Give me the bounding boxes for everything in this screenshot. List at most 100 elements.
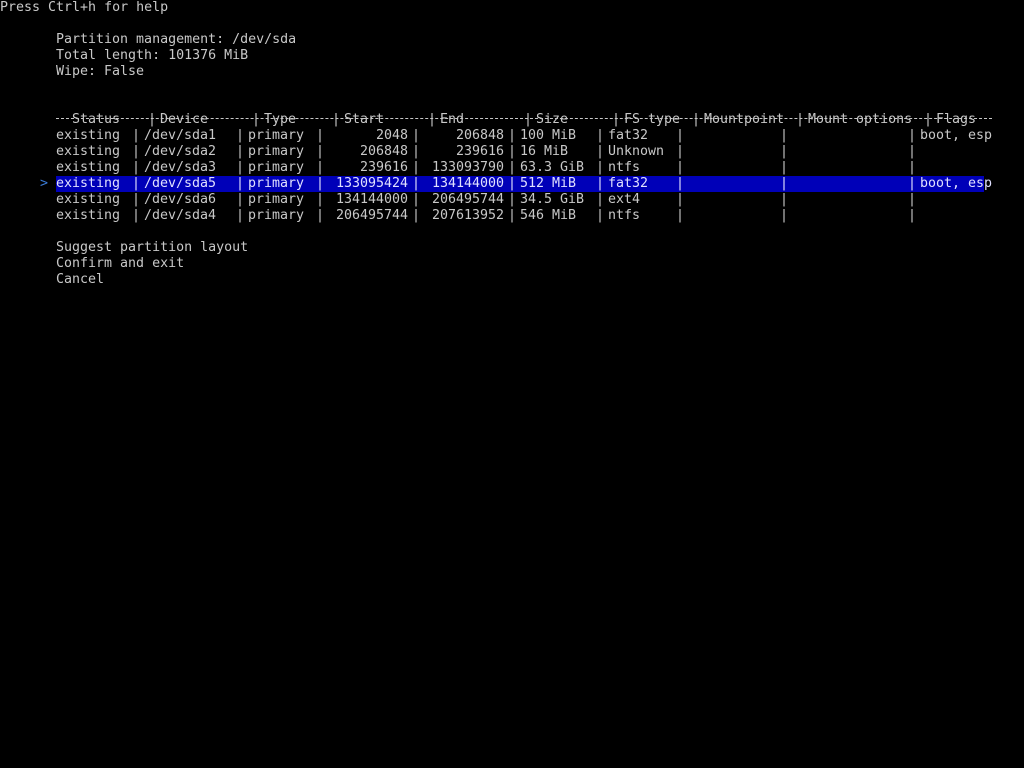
column-separator: | <box>507 176 516 191</box>
column-separator: | <box>315 208 324 223</box>
wipe-status: Wipe: False <box>56 64 145 79</box>
cell-size: 512 MiB <box>520 176 577 191</box>
cell-size: 546 MiB <box>520 208 577 223</box>
cell-start: 206495744 <box>335 208 408 223</box>
column-separator: | <box>675 144 684 159</box>
cell-device: /dev/sda4 <box>144 208 217 223</box>
cell-type: primary <box>248 192 305 207</box>
cell-end: 239616 <box>455 144 504 159</box>
column-separator: | <box>235 192 244 207</box>
column-separator: | <box>907 192 916 207</box>
cell-device: /dev/sda3 <box>144 160 217 175</box>
cell-status: existing <box>56 128 121 143</box>
header-start: Start <box>344 112 385 127</box>
cell-start: 2048 <box>375 128 408 143</box>
column-separator: | <box>131 144 140 159</box>
cell-end: 207613952 <box>431 208 504 223</box>
cell-flags: boot, esp <box>920 128 993 143</box>
column-separator: | <box>779 192 788 207</box>
column-separator: | <box>235 128 244 143</box>
column-separator: | <box>131 160 140 175</box>
column-separator: | <box>595 160 604 175</box>
column-separator: | <box>148 112 157 127</box>
column-separator: | <box>411 144 420 159</box>
column-separator: | <box>428 112 437 127</box>
column-separator: | <box>507 128 516 143</box>
cell-type: primary <box>248 208 305 223</box>
cell-end: 133093790 <box>431 160 504 175</box>
column-separator: | <box>779 208 788 223</box>
column-separator: | <box>595 144 604 159</box>
partition-row[interactable]: existing |/dev/sda4 | primary | 206495744 | 207… <box>56 208 984 224</box>
column-separator: | <box>131 128 140 143</box>
column-separator: | <box>507 160 516 175</box>
header-type: Type <box>264 112 297 127</box>
cell-fs-type: fat32 <box>608 128 649 143</box>
column-separator: | <box>779 144 788 159</box>
cell-device: /dev/sda2 <box>144 144 217 159</box>
cell-size: 100 MiB <box>520 128 577 143</box>
header-device: Device <box>160 112 209 127</box>
partition-row[interactable]: existing |/dev/sda3 | primary | 239616 | 133093… <box>56 160 984 176</box>
cell-status: existing <box>56 192 121 207</box>
cell-flags: boot, esp <box>920 176 993 191</box>
cell-end: 134144000 <box>431 176 504 191</box>
table-header: Status | Device | Type | Start | End | Size | FS typ… <box>56 96 1016 127</box>
column-separator: | <box>411 160 420 175</box>
cell-fs-type: ntfs <box>608 208 641 223</box>
cell-start: 206848 <box>359 144 408 159</box>
column-separator: | <box>507 192 516 207</box>
cell-device: /dev/sda5 <box>144 176 217 191</box>
column-separator: | <box>235 144 244 159</box>
column-separator: | <box>907 176 916 191</box>
column-separator: | <box>675 160 684 175</box>
column-separator: | <box>315 128 324 143</box>
cell-type: primary <box>248 160 305 175</box>
cell-device: /dev/sda6 <box>144 192 217 207</box>
partition-title: Partition management: /dev/sda <box>56 32 297 47</box>
header-size: Size <box>536 112 569 127</box>
column-separator: | <box>907 208 916 223</box>
cell-fs-type: ntfs <box>608 160 641 175</box>
cancel-option[interactable]: Cancel <box>56 272 104 288</box>
column-separator: | <box>595 208 604 223</box>
header-mount-options: Mount options <box>808 112 913 127</box>
partition-row[interactable]: existing |/dev/sda6 | primary | 134144000 | 206… <box>56 192 984 208</box>
column-separator: | <box>315 144 324 159</box>
column-separator: | <box>675 176 684 191</box>
column-separator: | <box>692 112 701 127</box>
column-separator: | <box>315 160 324 175</box>
cell-status: existing <box>56 176 121 191</box>
cell-start: 134144000 <box>335 192 408 207</box>
confirm-exit-option[interactable]: Confirm and exit <box>56 256 184 272</box>
cell-fs-type: Unknown <box>608 144 665 159</box>
column-separator: | <box>235 208 244 223</box>
column-separator: | <box>907 160 916 175</box>
column-separator: | <box>595 192 604 207</box>
cell-start: 133095424 <box>335 176 408 191</box>
cell-fs-type: ext4 <box>608 192 641 207</box>
column-separator: | <box>507 208 516 223</box>
column-separator: | <box>131 192 140 207</box>
column-separator: | <box>332 112 341 127</box>
cell-end: 206495744 <box>431 192 504 207</box>
cell-status: existing <box>56 160 121 175</box>
header-mountpoint: Mountpoint <box>704 112 785 127</box>
column-separator: | <box>907 128 916 143</box>
partition-row[interactable]: existing |/dev/sda1 | primary | 2048 | 206848 | 1… <box>56 128 992 144</box>
column-separator: | <box>235 176 244 191</box>
column-separator: | <box>131 176 140 191</box>
cell-size: 34.5 GiB <box>520 192 585 207</box>
column-separator: | <box>315 176 324 191</box>
column-separator: | <box>235 160 244 175</box>
suggest-layout-option[interactable]: Suggest partition layout <box>56 240 248 256</box>
partition-row[interactable]: existing |/dev/sda5 | primary | 133095424 | 134… <box>56 176 992 192</box>
header-separator <box>56 118 992 119</box>
column-separator: | <box>924 112 933 127</box>
total-length: Total length: 101376 MiB <box>56 48 249 63</box>
column-separator: | <box>779 160 788 175</box>
partition-row[interactable]: existing |/dev/sda2 | primary | 206848 | 239616… <box>56 144 984 160</box>
column-separator: | <box>612 112 621 127</box>
column-separator: | <box>675 208 684 223</box>
cell-device: /dev/sda1 <box>144 128 217 143</box>
